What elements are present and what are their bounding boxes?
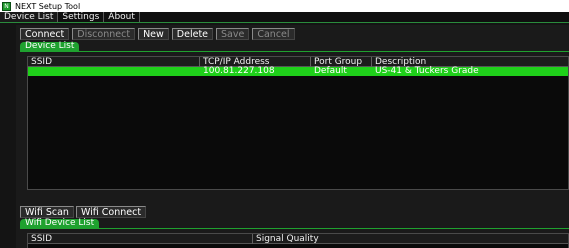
device-list-panel: Connect Disconnect New Delete Save Cance… — [16, 25, 569, 248]
device-list-group-line — [20, 51, 569, 52]
delete-button[interactable]: Delete — [171, 28, 214, 40]
column-header-signal-quality[interactable]: Signal Quality — [253, 234, 569, 244]
device-list-table[interactable]: SSID TCP/IP Address Port Group Descripti… — [27, 56, 569, 190]
row-description: US-41 & Tuckers Grade — [375, 66, 479, 76]
row-port-group: Default — [314, 66, 347, 76]
window-titlebar: N NEXT Setup Tool — [0, 0, 569, 12]
row-ip-address: 100.81.227.108 — [203, 66, 275, 76]
window-title: NEXT Setup Tool — [15, 1, 81, 11]
wifi-device-list-group-label: Wifi Device List — [20, 219, 100, 228]
wifi-device-header: SSID Signal Quality — [28, 234, 568, 244]
wifi-device-table[interactable]: SSID Signal Quality — [27, 233, 569, 248]
main-tabbar: Device List Settings About — [0, 12, 569, 23]
disconnect-button[interactable]: Disconnect — [72, 28, 136, 40]
column-header-wifi-ssid[interactable]: SSID — [28, 234, 253, 244]
tab-wifi-scan[interactable]: Wifi Scan — [20, 206, 74, 218]
wifi-device-list-group-line — [20, 228, 569, 229]
save-button[interactable]: Save — [216, 28, 250, 40]
device-list-header: SSID TCP/IP Address Port Group Descripti… — [28, 57, 568, 67]
table-row[interactable]: 100.81.227.108 Default US-41 & Tuckers G… — [28, 67, 568, 76]
device-toolbar: Connect Disconnect New Delete Save Cance… — [20, 28, 295, 40]
column-header-ssid[interactable]: SSID — [28, 57, 200, 67]
tab-wifi-connect[interactable]: Wifi Connect — [75, 206, 147, 218]
new-button[interactable]: New — [138, 28, 169, 40]
tab-settings[interactable]: Settings — [58, 12, 105, 22]
tab-device-list[interactable]: Device List — [0, 12, 59, 22]
tab-about[interactable]: About — [104, 12, 140, 22]
cancel-button[interactable]: Cancel — [252, 28, 295, 40]
device-list-group-label: Device List — [20, 42, 80, 51]
wifi-tabbar: Wifi Scan Wifi Connect — [20, 206, 147, 218]
row-ssid — [28, 67, 200, 76]
app-icon: N — [2, 1, 11, 11]
connect-button[interactable]: Connect — [20, 28, 70, 40]
